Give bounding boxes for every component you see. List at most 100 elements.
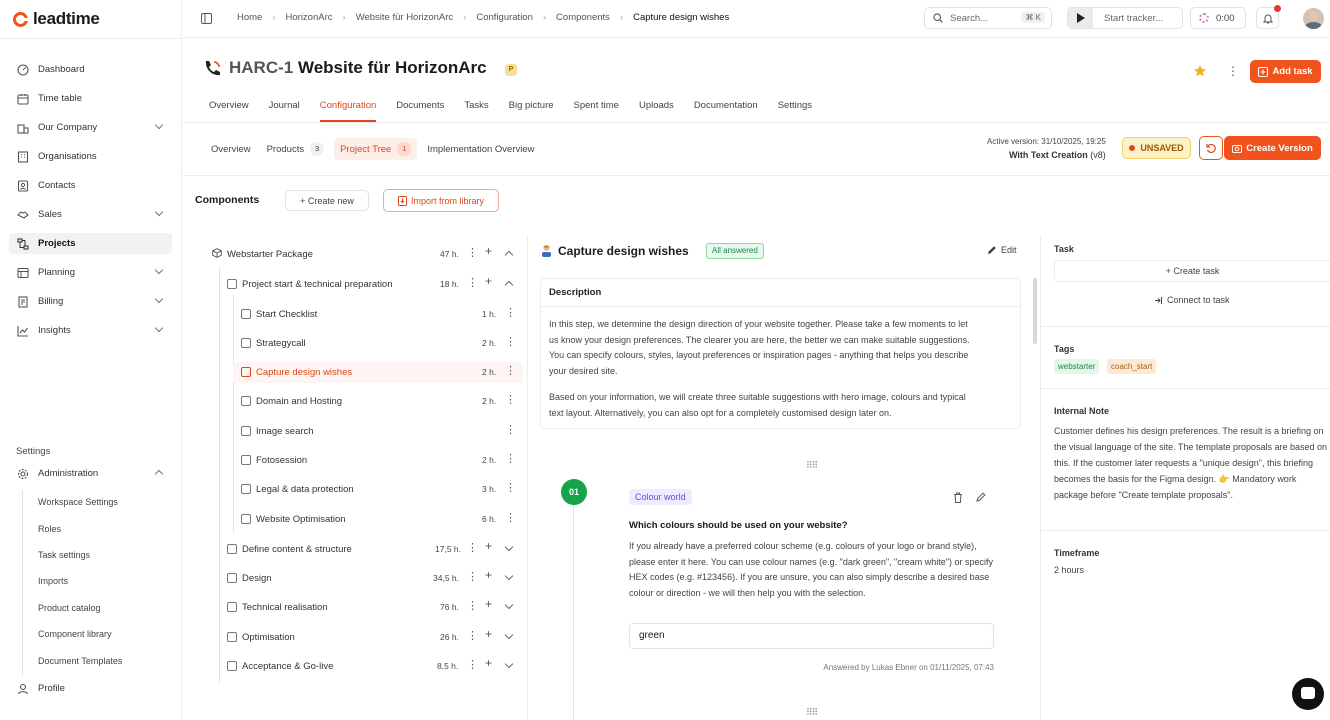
create-version-button[interactable]: Create Version <box>1224 136 1321 160</box>
scrollbar-thumb[interactable] <box>1033 278 1037 344</box>
tab-settings[interactable]: Settings <box>778 100 812 122</box>
reset-button[interactable] <box>1199 136 1223 160</box>
sidebar-item-planning[interactable]: Planning <box>9 262 172 283</box>
pencil-icon[interactable] <box>976 492 986 505</box>
app-logo[interactable]: leadtime <box>13 9 100 29</box>
sidebar-item-time-table[interactable]: Time table <box>9 88 172 109</box>
notifications-button[interactable] <box>1256 5 1281 29</box>
more-options-icon[interactable] <box>467 629 478 642</box>
subtab-overview[interactable]: Overview <box>205 140 257 159</box>
timer-display[interactable]: 0:00 <box>1190 7 1246 29</box>
tree-item-component-selected[interactable]: Capture design wishes 2 h. <box>241 363 522 381</box>
avatar[interactable] <box>1303 8 1324 29</box>
subtab-products[interactable]: Products 3 <box>261 138 331 160</box>
sidebar-item-profile[interactable]: Profile <box>9 678 172 699</box>
submenu-item[interactable]: Imports <box>38 576 68 586</box>
import-from-library-button[interactable]: Import from library <box>383 189 499 212</box>
add-icon[interactable]: + <box>485 539 492 553</box>
tree-item-component[interactable]: Legal & data protection 3 h. <box>241 480 522 498</box>
sidebar-item-our-company[interactable]: Our Company <box>9 117 172 138</box>
more-options-icon[interactable] <box>467 570 478 583</box>
add-icon[interactable]: + <box>485 656 492 670</box>
sidebar-item-organisations[interactable]: Organisations <box>9 146 172 167</box>
more-options-icon[interactable]: ⋮ <box>1227 64 1239 78</box>
sidebar-item-administration[interactable]: Administration <box>9 463 172 484</box>
more-options-icon[interactable] <box>505 511 516 524</box>
tree-item-group[interactable]: Optimisation 26 h. + <box>227 627 522 646</box>
tree-item-group[interactable]: Technical realisation 76 h. + <box>227 597 522 616</box>
answer-field[interactable]: green <box>629 623 994 649</box>
chevron-down-icon[interactable] <box>504 630 514 640</box>
more-options-icon[interactable] <box>505 481 516 494</box>
drag-handle-icon[interactable]: ⠿⠿ <box>806 707 818 718</box>
add-icon[interactable]: + <box>485 597 492 611</box>
create-new-button[interactable]: + Create new <box>285 190 369 211</box>
sidebar-item-billing[interactable]: Billing <box>9 291 172 312</box>
submenu-item[interactable]: Roles <box>38 524 61 534</box>
add-icon[interactable]: + <box>485 627 492 641</box>
create-task-button[interactable]: + Create task <box>1054 260 1330 282</box>
tree-item-group[interactable]: Design 34,5 h. + <box>227 568 522 587</box>
tree-item-package[interactable]: Webstarter Package 47 h. + <box>212 244 522 263</box>
sidebar-toggle-icon[interactable] <box>201 13 212 27</box>
chevron-down-icon[interactable] <box>504 542 514 552</box>
add-icon[interactable]: + <box>485 244 492 258</box>
tab-big-picture[interactable]: Big picture <box>509 100 554 122</box>
sidebar-item-sales[interactable]: Sales <box>9 204 172 225</box>
trash-icon[interactable] <box>953 492 963 506</box>
tree-item-component[interactable]: Start Checklist 1 h. <box>241 305 522 323</box>
tab-documentation[interactable]: Documentation <box>694 100 758 122</box>
more-options-icon[interactable] <box>505 306 516 319</box>
tag-chip[interactable]: coach_start <box>1107 359 1157 374</box>
tree-item-group[interactable]: Project start & technical preparation 18… <box>227 274 522 293</box>
tracker-input[interactable]: Start tracker... <box>1067 7 1183 29</box>
tree-item-component[interactable]: Fotosession 2 h. <box>241 451 522 469</box>
chat-button[interactable] <box>1292 678 1324 710</box>
chevron-down-icon[interactable] <box>504 659 514 669</box>
more-options-icon[interactable] <box>505 364 516 377</box>
breadcrumb-item[interactable]: Configuration <box>476 12 533 23</box>
tree-item-component[interactable]: Strategycall 2 h. <box>241 334 522 352</box>
more-options-icon[interactable] <box>467 658 478 671</box>
connect-to-task-button[interactable]: Connect to task <box>1154 295 1230 305</box>
more-options-icon[interactable] <box>505 393 516 406</box>
chevron-up-icon[interactable] <box>504 250 514 260</box>
subtab-implementation-overview[interactable]: Implementation Overview <box>421 140 540 159</box>
tag-chip[interactable]: webstarter <box>1054 359 1100 374</box>
chevron-down-icon[interactable] <box>504 571 514 581</box>
play-button[interactable] <box>1068 8 1093 28</box>
submenu-item[interactable]: Task settings <box>38 550 90 560</box>
more-options-icon[interactable] <box>505 335 516 348</box>
tab-tasks[interactable]: Tasks <box>464 100 488 122</box>
breadcrumb-item[interactable]: Home <box>237 12 262 23</box>
more-options-icon[interactable] <box>467 599 478 612</box>
more-options-icon[interactable] <box>505 452 516 465</box>
submenu-item[interactable]: Document Templates <box>38 656 122 666</box>
submenu-item[interactable]: Workspace Settings <box>38 497 118 507</box>
tab-configuration[interactable]: Configuration <box>319 100 377 122</box>
add-task-button[interactable]: Add task <box>1250 60 1321 83</box>
search-input[interactable]: Search... ⌘ K <box>924 7 1052 29</box>
tree-item-component[interactable]: Image search <box>241 422 522 440</box>
more-options-icon[interactable] <box>467 541 478 554</box>
more-options-icon[interactable] <box>505 423 516 436</box>
edit-button[interactable]: Edit <box>987 245 1017 255</box>
breadcrumb-item[interactable]: Website für HorizonArc <box>356 12 454 23</box>
star-icon[interactable] <box>1193 64 1207 81</box>
chevron-up-icon[interactable] <box>504 280 514 290</box>
submenu-item[interactable]: Product catalog <box>38 603 101 613</box>
tab-journal[interactable]: Journal <box>269 100 300 122</box>
tree-item-component[interactable]: Domain and Hosting 2 h. <box>241 392 522 410</box>
tab-overview[interactable]: Overview <box>209 100 249 122</box>
chevron-down-icon[interactable] <box>504 600 514 610</box>
drag-handle-icon[interactable]: ⠿⠿ <box>806 460 818 471</box>
more-options-icon[interactable] <box>467 276 478 289</box>
breadcrumb-item[interactable]: Components <box>556 12 610 23</box>
tree-item-group[interactable]: Acceptance & Go-live 8,5 h. + <box>227 656 522 675</box>
tree-item-group[interactable]: Define content & structure 17,5 h. + <box>227 539 522 558</box>
add-icon[interactable]: + <box>485 274 492 288</box>
add-icon[interactable]: + <box>485 568 492 582</box>
tab-uploads[interactable]: Uploads <box>639 100 674 122</box>
sidebar-item-projects[interactable]: Projects <box>9 233 172 254</box>
tree-item-component[interactable]: Website Optimisation 6 h. <box>241 510 522 528</box>
